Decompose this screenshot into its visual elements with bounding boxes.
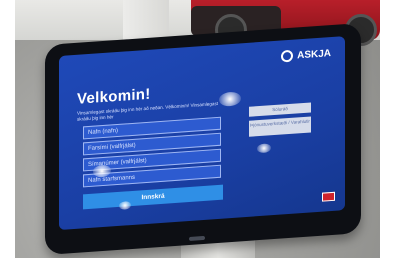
sales-button[interactable]: Söluráð xyxy=(249,102,311,117)
welcome-heading: Velkomin! xyxy=(77,85,151,108)
light-reflection xyxy=(119,201,131,210)
photo: ASKJA Velkomin! Vinsamlegast skráðu þig … xyxy=(15,0,380,258)
camera-sensor xyxy=(189,235,205,241)
uk-flag-icon[interactable] xyxy=(322,191,335,202)
light-reflection xyxy=(219,91,241,107)
brand-logo-icon xyxy=(281,49,294,63)
submit-button[interactable]: Innskrá xyxy=(83,184,223,210)
brand: ASKJA xyxy=(281,47,331,63)
service-button[interactable]: Þjónustuverkstæði / Varahlutir xyxy=(249,116,311,137)
kiosk-screen: ASKJA Velkomin! Vinsamlegast skráðu þig … xyxy=(59,36,345,231)
brand-name: ASKJA xyxy=(297,47,331,61)
light-reflection xyxy=(257,143,271,154)
kiosk-tablet: ASKJA Velkomin! Vinsamlegast skráðu þig … xyxy=(45,22,361,256)
